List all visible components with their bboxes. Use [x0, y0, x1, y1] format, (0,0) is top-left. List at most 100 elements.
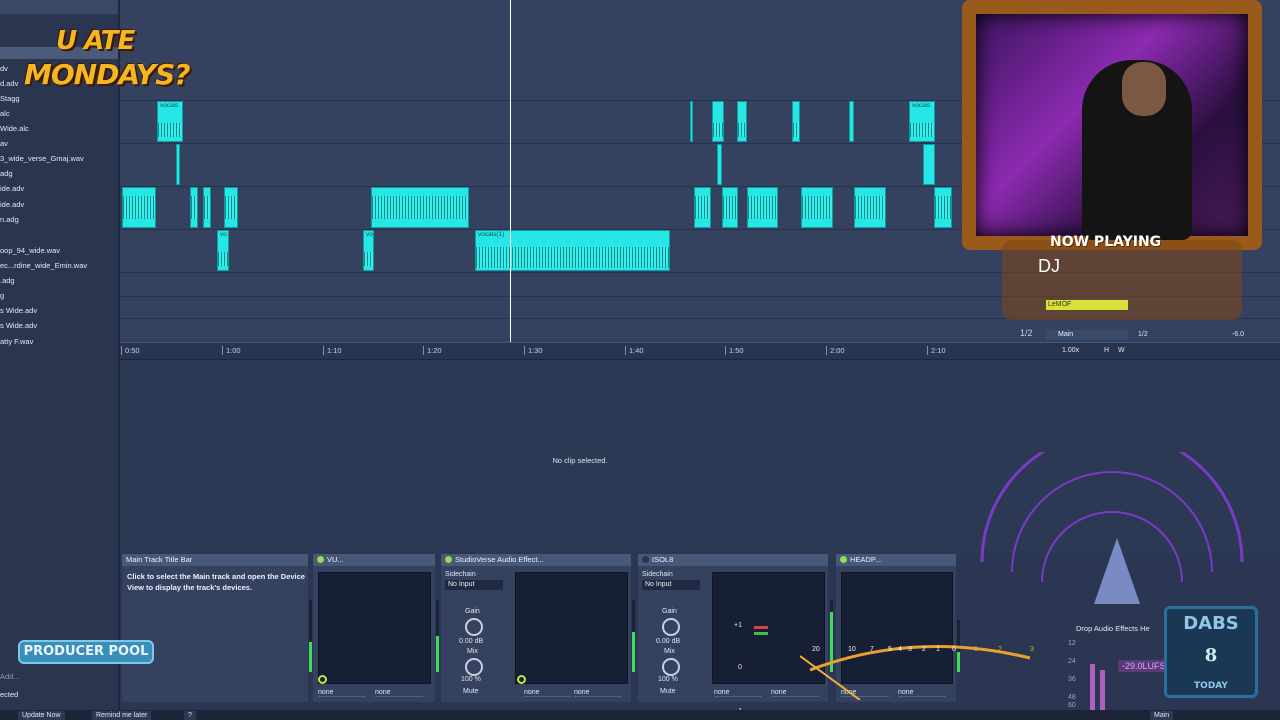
- audio-clip[interactable]: [849, 101, 854, 142]
- audio-clip[interactable]: [224, 187, 238, 228]
- browser-panel: dv d.adv Stagg alc Wide.alc av 3_wide_ve…: [0, 0, 120, 720]
- drop-effects-hint: Drop Audio Effects He: [1076, 624, 1150, 633]
- browser-file[interactable]: Stagg: [0, 94, 20, 103]
- browser-file[interactable]: atty F.wav: [0, 337, 33, 346]
- browser-file[interactable]: oop_94_wide.wav: [0, 246, 60, 255]
- remind-later-button[interactable]: Remind me later: [92, 711, 152, 720]
- mix-knob[interactable]: [465, 658, 483, 676]
- browser-file[interactable]: g: [0, 291, 4, 300]
- audio-clip[interactable]: [792, 101, 800, 142]
- device-vu[interactable]: VU... none none: [313, 554, 435, 702]
- clip-waveform: [802, 195, 832, 220]
- mini-track-main[interactable]: Main: [1046, 330, 1128, 340]
- clip-waveform: [364, 252, 373, 267]
- browser-file[interactable]: Wide.alc: [0, 124, 29, 133]
- mute-button[interactable]: Mute: [660, 688, 676, 695]
- routing-select[interactable]: none: [375, 689, 423, 697]
- device-title-bar[interactable]: StudioVerse Audio Effect...: [441, 554, 631, 566]
- device-title-bar[interactable]: HEADP...: [836, 554, 956, 566]
- update-now-button[interactable]: Update Now: [18, 711, 65, 720]
- audio-clip[interactable]: [190, 187, 198, 228]
- clip-label: vocals(1): [478, 231, 505, 238]
- mini-track-name[interactable]: LeMOF: [1046, 300, 1128, 310]
- browser-file[interactable]: s Wide.adv: [0, 306, 37, 315]
- power-icon[interactable]: [445, 556, 452, 563]
- browser-file[interactable]: n.adg: [0, 215, 19, 224]
- lufs-scale-label: 36: [1068, 676, 1076, 683]
- audio-clip[interactable]: [801, 187, 833, 228]
- gain-knob[interactable]: [662, 618, 680, 636]
- audio-clip[interactable]: vocals(1): [475, 230, 670, 271]
- audio-clip[interactable]: [176, 144, 180, 185]
- browser-file[interactable]: ide.adv: [0, 200, 24, 209]
- browser-file[interactable]: ide.adv: [0, 184, 24, 193]
- vu-scale-label: 0: [952, 646, 956, 653]
- browser-file[interactable]: ec...rdine_wide_Emin.wav: [0, 261, 87, 270]
- clip-waveform: [738, 123, 746, 138]
- h-button[interactable]: H: [1104, 347, 1109, 354]
- main-output-label[interactable]: Main: [1150, 711, 1174, 720]
- audio-clip[interactable]: [747, 187, 778, 228]
- vu-scale-label: 10: [848, 646, 856, 653]
- audio-clip[interactable]: [690, 101, 693, 142]
- browser-search-input[interactable]: Add...: [0, 672, 20, 681]
- device-title-bar[interactable]: VU...: [313, 554, 435, 566]
- lufs-scale-label: 60: [1068, 702, 1076, 709]
- audio-clip[interactable]: [923, 144, 935, 185]
- audio-clip[interactable]: vo: [217, 230, 229, 271]
- gain-value: 0.00 dB: [459, 638, 484, 645]
- audio-clip[interactable]: [694, 187, 711, 228]
- device-studioverse[interactable]: StudioVerse Audio Effect... Sidechain No…: [441, 554, 631, 702]
- browser-file[interactable]: dv: [0, 64, 8, 73]
- browser-file[interactable]: d.adv: [0, 79, 18, 88]
- audio-clip[interactable]: [371, 187, 469, 228]
- browser-file[interactable]: alc: [0, 109, 10, 118]
- vu-scale-label: 4: [898, 646, 902, 653]
- clip-waveform: [225, 195, 237, 220]
- audio-clip[interactable]: [717, 144, 722, 185]
- audio-clip[interactable]: [934, 187, 952, 228]
- browser-file[interactable]: adg: [0, 169, 13, 178]
- logo-line-1: U ATE: [56, 26, 135, 56]
- routing-select[interactable]: none: [524, 689, 572, 697]
- ruler-tick: 0:50: [121, 346, 140, 355]
- ring-icon[interactable]: [517, 675, 526, 684]
- ring-icon[interactable]: [318, 675, 327, 684]
- audio-clip[interactable]: [712, 101, 724, 142]
- dabs-title: DABS: [1183, 613, 1239, 634]
- audio-clip[interactable]: vo: [363, 230, 374, 271]
- audio-clip[interactable]: vocals: [909, 101, 935, 142]
- sidechain-input-select[interactable]: No Input: [445, 580, 503, 590]
- audio-clip[interactable]: [203, 187, 211, 228]
- power-icon[interactable]: [642, 556, 649, 563]
- clip-waveform: [748, 195, 777, 220]
- help-button[interactable]: ?: [184, 711, 196, 720]
- browser-file[interactable]: .adg: [0, 276, 15, 285]
- sidechain-input-select[interactable]: No Input: [642, 580, 700, 590]
- routing-select[interactable]: none: [574, 689, 622, 697]
- audio-clip[interactable]: [737, 101, 747, 142]
- mute-button[interactable]: Mute: [463, 688, 479, 695]
- clip-waveform: [695, 195, 710, 220]
- lufs-scale-label: 12: [1068, 640, 1076, 647]
- browser-file[interactable]: s Wide.adv: [0, 321, 37, 330]
- routing-select[interactable]: none: [714, 689, 762, 697]
- browser-file[interactable]: 3_wide_verse_Gmaj.wav: [0, 154, 84, 163]
- device-title-bar[interactable]: ISOL8: [638, 554, 828, 566]
- browser-file[interactable]: av: [0, 139, 8, 148]
- gain-knob[interactable]: [465, 618, 483, 636]
- clip-waveform: [723, 195, 737, 220]
- routing-select[interactable]: none: [318, 689, 366, 697]
- tempo-value[interactable]: 1.00x: [1062, 347, 1079, 354]
- mix-knob[interactable]: [662, 658, 680, 676]
- audio-clip[interactable]: [722, 187, 738, 228]
- power-icon[interactable]: [317, 556, 324, 563]
- mix-value: 100 %: [461, 676, 481, 683]
- audio-clip[interactable]: [854, 187, 886, 228]
- w-button[interactable]: W: [1118, 347, 1125, 354]
- power-icon[interactable]: [840, 556, 847, 563]
- playhead[interactable]: [510, 0, 511, 342]
- audio-clip[interactable]: vocals: [157, 101, 183, 142]
- audio-clip[interactable]: [122, 187, 156, 228]
- now-playing-dj: DJ: [1038, 256, 1060, 276]
